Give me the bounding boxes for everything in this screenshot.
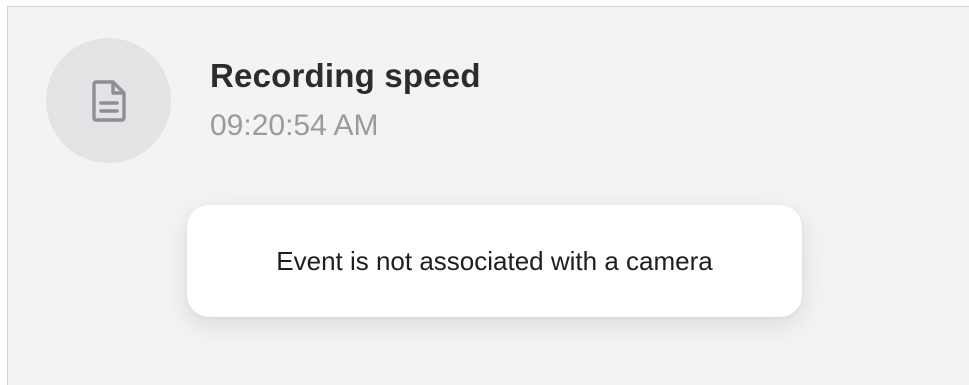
document-icon bbox=[91, 79, 127, 123]
event-time: 09:20:54 AM bbox=[210, 109, 379, 142]
event-avatar bbox=[46, 38, 171, 163]
toast-message: Event is not associated with a camera bbox=[276, 246, 713, 276]
event-title: Recording speed bbox=[210, 57, 481, 94]
toast-notification: Event is not associated with a camera bbox=[187, 205, 802, 317]
event-panel: Recording speed 09:20:54 AM Event is not… bbox=[7, 6, 969, 385]
